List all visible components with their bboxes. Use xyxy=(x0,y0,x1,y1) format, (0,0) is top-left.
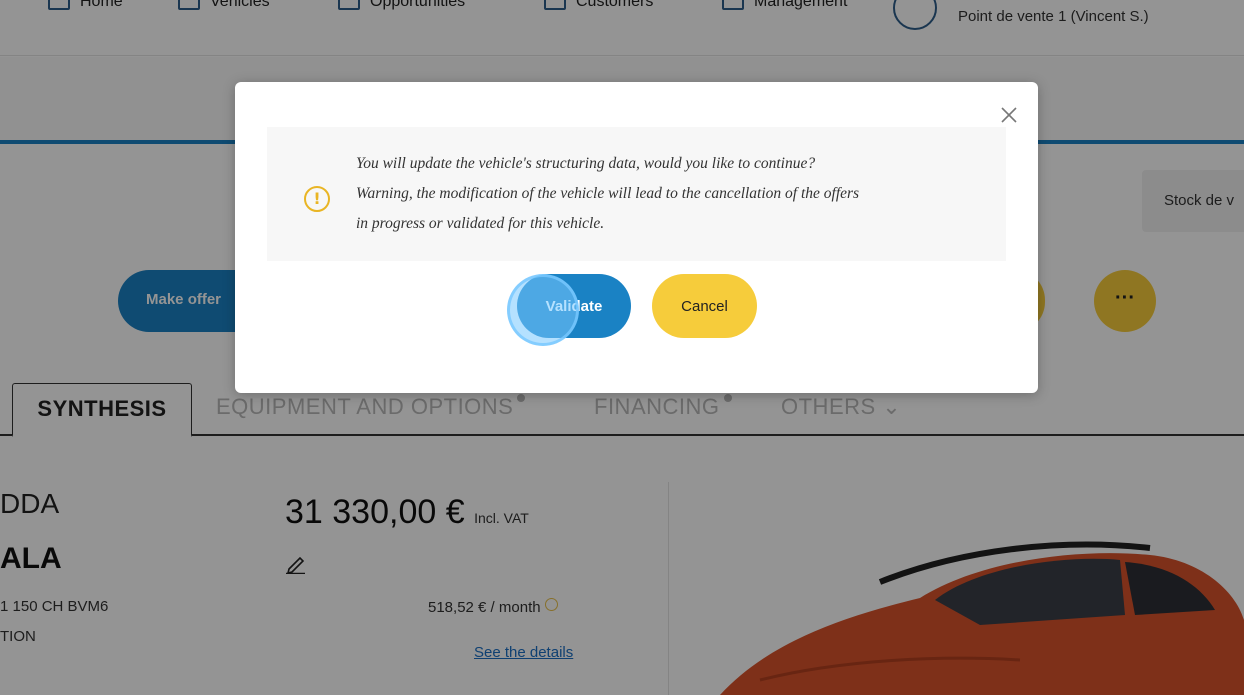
warning-line-3: in progress or validated for this vehicl… xyxy=(356,215,605,232)
close-icon[interactable] xyxy=(998,104,1020,126)
cancel-button[interactable]: Cancel xyxy=(652,274,757,338)
warning-line-2: Warning, the modification of the vehicle… xyxy=(356,185,860,202)
warning-message: ! You will update the vehicle's structur… xyxy=(267,127,1006,261)
validate-button[interactable]: Validate xyxy=(517,274,631,338)
warning-icon: ! xyxy=(304,186,330,212)
confirm-modal: ! You will update the vehicle's structur… xyxy=(235,82,1038,393)
warning-line-1: You will update the vehicle's structurin… xyxy=(356,155,816,172)
warning-text: You will update the vehicle's structurin… xyxy=(356,149,976,239)
